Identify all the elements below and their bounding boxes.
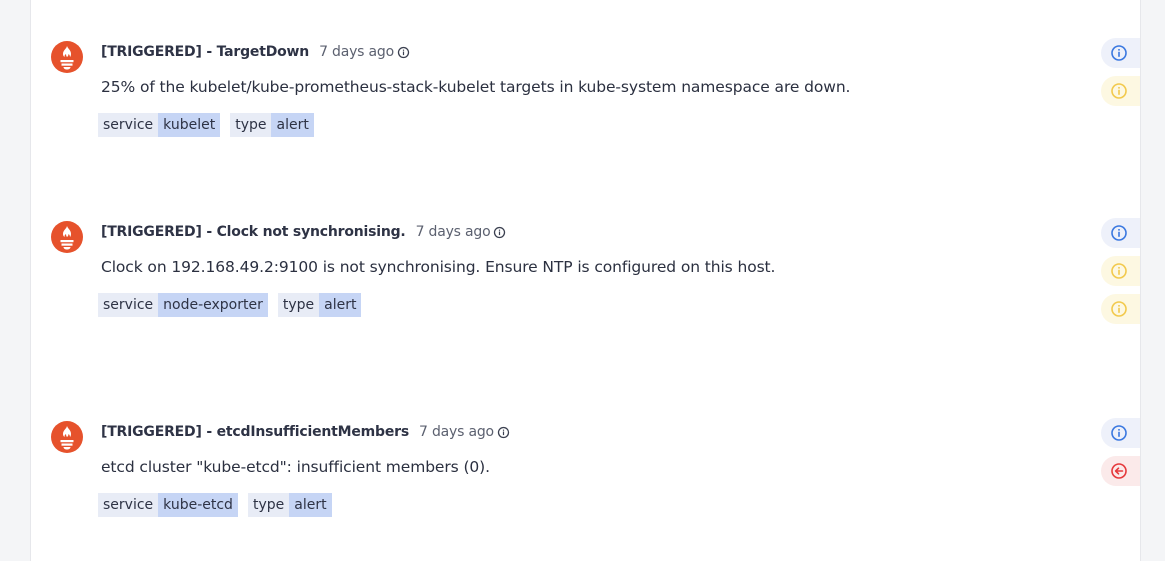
prometheus-logo-icon (51, 41, 83, 73)
alert-item[interactable]: [TRIGGERED] - etcdInsufficientMembers 7 … (31, 418, 1140, 550)
tag-value: alert (319, 293, 362, 317)
alert-description: Clock on 192.168.49.2:9100 is not synchr… (101, 258, 776, 276)
tag-key: type (230, 113, 272, 137)
alert-time-text: 7 days ago (415, 224, 491, 240)
alerts-panel: [TRIGGERED] - TargetDown 7 days ago 25% … (30, 0, 1141, 561)
tag-value: kube-etcd (158, 493, 238, 517)
tag-value: node-exporter (158, 293, 268, 317)
prometheus-logo-icon (51, 221, 83, 253)
warning-icon (1111, 301, 1127, 317)
warning-icon (1111, 263, 1127, 279)
warning-icon (1111, 83, 1127, 99)
alert-tags: service kubelet type alert (98, 113, 324, 137)
tag-key: service (98, 113, 159, 137)
alert-actions (1101, 38, 1140, 114)
tag-type[interactable]: type alert (230, 113, 314, 137)
tag-service[interactable]: service kube-etcd (98, 493, 238, 517)
info-button[interactable] (1101, 418, 1140, 448)
alert-title[interactable]: [TRIGGERED] - TargetDown (101, 44, 309, 60)
resolve-button[interactable] (1101, 456, 1140, 486)
alert-tags: service kube-etcd type alert (98, 493, 342, 517)
tag-value: kubelet (158, 113, 221, 137)
tag-type[interactable]: type alert (277, 293, 362, 317)
alert-header: [TRIGGERED] - TargetDown 7 days ago (101, 44, 410, 60)
alert-time: 7 days ago (416, 224, 507, 240)
tag-key: service (98, 493, 159, 517)
tag-type[interactable]: type alert (247, 493, 332, 517)
alert-item[interactable]: [TRIGGERED] - Clock not synchronising. 7… (31, 218, 1140, 350)
info-small-icon[interactable] (493, 226, 506, 239)
info-icon (1111, 425, 1127, 441)
prometheus-logo-icon (51, 421, 83, 453)
alert-description: 25% of the kubelet/kube-prometheus-stack… (101, 78, 851, 96)
alert-time-text: 7 days ago (419, 424, 494, 440)
tag-value: alert (289, 493, 332, 517)
info-icon (1111, 45, 1127, 61)
alert-item[interactable]: [TRIGGERED] - TargetDown 7 days ago 25% … (31, 38, 1140, 170)
warning-button[interactable] (1101, 294, 1140, 324)
info-small-icon[interactable] (397, 46, 410, 59)
arrow-left-circle-icon (1111, 463, 1127, 479)
alert-time: 7 days ago (319, 44, 410, 60)
tag-key: type (247, 493, 290, 517)
tag-key: service (98, 293, 159, 317)
alert-actions (1101, 218, 1140, 332)
warning-button[interactable] (1101, 76, 1140, 106)
alert-time-text: 7 days ago (319, 44, 394, 60)
info-button[interactable] (1101, 38, 1140, 68)
alert-description: etcd cluster "kube-etcd": insufficient m… (101, 458, 490, 476)
alert-actions (1101, 418, 1140, 494)
tag-service[interactable]: service kubelet (98, 113, 221, 137)
info-icon (1111, 225, 1127, 241)
alert-time: 7 days ago (419, 424, 510, 440)
alert-header: [TRIGGERED] - Clock not synchronising. 7… (101, 224, 506, 240)
alert-title[interactable]: [TRIGGERED] - Clock not synchronising. (101, 224, 406, 240)
alert-header: [TRIGGERED] - etcdInsufficientMembers 7 … (101, 424, 510, 440)
tag-value: alert (271, 113, 314, 137)
alert-tags: service node-exporter type alert (98, 293, 371, 317)
alert-title[interactable]: [TRIGGERED] - etcdInsufficientMembers (101, 424, 409, 440)
tag-service[interactable]: service node-exporter (98, 293, 268, 317)
warning-button[interactable] (1101, 256, 1140, 286)
tag-key: type (277, 293, 320, 317)
info-small-icon[interactable] (497, 426, 510, 439)
info-button[interactable] (1101, 218, 1140, 248)
